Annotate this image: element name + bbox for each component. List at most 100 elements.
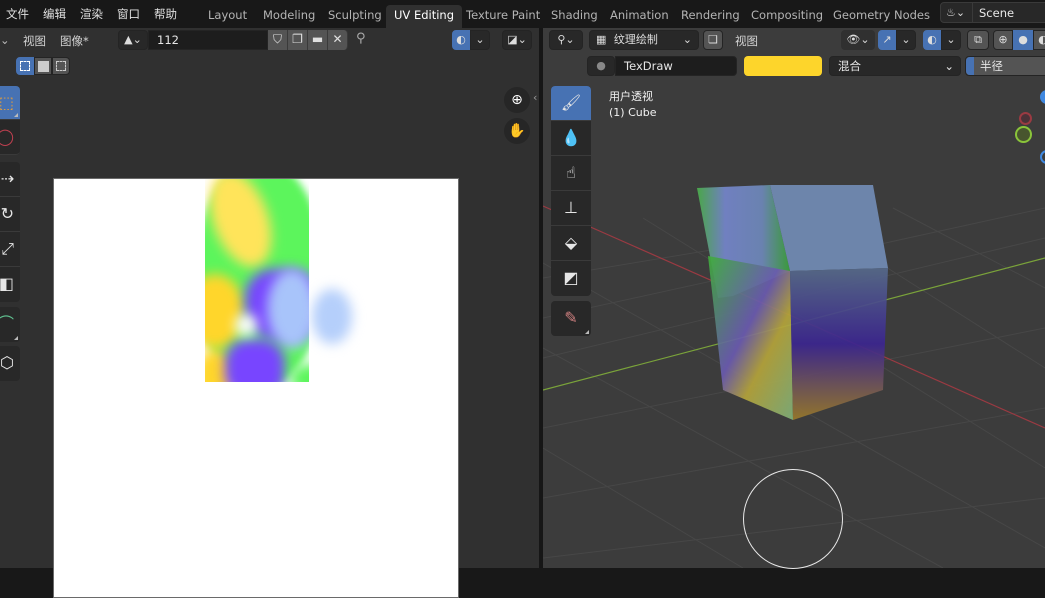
mode-selector[interactable]: ▦ 纹理绘制 ⌄ xyxy=(589,30,699,50)
scene-name[interactable]: Scene xyxy=(979,6,1014,20)
tab-compositing[interactable]: Compositing xyxy=(743,5,831,28)
select-box-tool[interactable]: ⬚ xyxy=(0,86,20,120)
menu-window[interactable]: 窗口 xyxy=(117,6,140,22)
brush-name-field[interactable]: TexDraw xyxy=(615,56,737,76)
radius-slider[interactable]: 半径 5 xyxy=(965,56,1045,76)
tab-shading[interactable]: Shading xyxy=(543,5,606,28)
shading-material[interactable]: ◐ xyxy=(1033,30,1045,50)
image-browse-button[interactable]: ▲⌄ xyxy=(118,30,148,50)
overlay-dropdown[interactable]: ⌄ xyxy=(470,30,490,50)
soften-tool[interactable]: 💧 xyxy=(551,121,591,156)
editor-type-chevron-icon[interactable]: ⌄ xyxy=(0,33,10,47)
gizmo-neg-x-dot[interactable] xyxy=(1019,112,1032,125)
overlay-dropdown[interactable]: ⌄ xyxy=(941,30,961,50)
pin-icon[interactable]: ⚲ xyxy=(356,31,366,46)
scene-icon[interactable]: ♨⌄ xyxy=(941,3,973,22)
viewport-header: ⚲⌄ ▦ 纹理绘制 ⌄ ❏ 视图 👁⌄ ↗ ⌄ ◐ ⌄ ⧉ ⊕ ● ◐ xyxy=(543,28,1045,52)
gizmo-dropdown[interactable]: ⌄ xyxy=(896,30,916,50)
scale-tool[interactable]: ⤢ xyxy=(0,232,20,267)
3d-viewport[interactable]: ⚲⌄ ▦ 纹理绘制 ⌄ ❏ 视图 👁⌄ ↗ ⌄ ◐ ⌄ ⧉ ⊕ ● ◐ ● Te… xyxy=(543,28,1045,569)
editor-type-icon: ⚲⌄ xyxy=(557,33,575,46)
gizmo-neg-y-dot[interactable] xyxy=(1015,126,1032,143)
open-image-button[interactable]: ▬ xyxy=(308,30,328,50)
unlink-image-button[interactable]: ✕ xyxy=(328,30,348,50)
chevron-down-icon: ⌄ xyxy=(944,59,954,73)
brush-cursor-circle xyxy=(743,469,843,569)
move-tool[interactable]: ⇢ xyxy=(0,162,20,197)
tab-texture-paint[interactable]: Texture Paint xyxy=(458,5,548,28)
menu-image[interactable]: 图像* xyxy=(60,33,89,49)
sidebar-toggle-chevron-icon[interactable]: ‹ xyxy=(533,91,537,104)
rotate-tool[interactable]: ↻ xyxy=(0,197,20,232)
annotate-icon: ⌒ xyxy=(0,314,14,333)
annotate-tool[interactable]: ⌒ xyxy=(0,307,20,342)
move-icon: ⇢ xyxy=(0,169,14,188)
grab-tool[interactable]: ⬡ xyxy=(0,346,20,381)
image-canvas[interactable] xyxy=(53,178,459,598)
tab-uv-editing[interactable]: UV Editing xyxy=(386,5,462,28)
display-channels-button[interactable]: ◪⌄ xyxy=(502,30,532,50)
image-name-field[interactable]: 112 xyxy=(148,30,268,50)
brush-preview-button[interactable]: ● xyxy=(587,56,615,76)
tab-geometry-nodes[interactable]: Geometry Nodes xyxy=(825,5,938,28)
menu-render[interactable]: 渲染 xyxy=(80,6,103,22)
tab-animation[interactable]: Animation xyxy=(602,5,677,28)
tab-layout[interactable]: Layout xyxy=(200,5,255,28)
blend-mode-dropdown[interactable]: 混合 ⌄ xyxy=(829,56,961,76)
overlay-toggle[interactable]: ◐ xyxy=(452,30,470,50)
cube-face-left xyxy=(708,256,793,420)
overlay-icon: ◐ xyxy=(927,33,937,46)
texture-paint-mode-icon: ▦ xyxy=(596,33,607,46)
select-mode-new[interactable] xyxy=(16,57,34,75)
editor-type-button[interactable]: ⚲⌄ xyxy=(549,30,583,50)
xray-toggle[interactable]: ⧉ xyxy=(967,30,989,50)
visibility-button[interactable]: 👁⌄ xyxy=(841,30,875,50)
menu-view[interactable]: 视图 xyxy=(23,33,46,49)
draw-brush-tool[interactable]: 🖌 xyxy=(551,86,591,121)
mask-icon: ◩ xyxy=(563,268,579,287)
scene-selector[interactable]: ♨⌄ Scene xyxy=(940,2,1045,23)
mask-tool[interactable]: ◩ xyxy=(551,261,591,296)
duplicate-image-button[interactable]: ❐ xyxy=(288,30,308,50)
zoom-button[interactable]: ⊕ xyxy=(504,87,530,113)
tab-rendering[interactable]: Rendering xyxy=(673,5,748,28)
menu-file[interactable]: 文件 xyxy=(6,6,29,22)
paint-bucket-icon: ⬙ xyxy=(564,233,578,252)
rotate-icon: ↻ xyxy=(0,204,14,223)
xray-icon: ⧉ xyxy=(974,33,982,46)
paint-toolbar: 🖌 💧 ☝ ⊥ ⬙ ◩ xyxy=(551,86,591,296)
select-mode-extend[interactable] xyxy=(34,57,52,75)
transform-tool[interactable]: ◧ xyxy=(0,267,20,302)
stamp-icon: ⊥ xyxy=(564,198,578,217)
chevron-down-icon: ⌄ xyxy=(475,33,485,46)
transform-icon: ◧ xyxy=(0,274,14,293)
menu-help[interactable]: 帮助 xyxy=(154,6,177,22)
duplicate-icon: ❐ xyxy=(292,32,303,46)
clone-tool[interactable]: ⊥ xyxy=(551,191,591,226)
annotate-tool[interactable]: ✎ xyxy=(551,301,591,336)
menu-edit[interactable]: 编辑 xyxy=(43,6,66,22)
select-new-icon xyxy=(20,61,30,71)
gizmo-toggle[interactable]: ↗ xyxy=(878,30,896,50)
canvas-toggle-button[interactable]: ❏ xyxy=(703,30,723,50)
cube-face-right xyxy=(790,268,888,420)
image-editor: ⌄ 视图 图像* ▲⌄ 112 ⛉ ❐ ▬ ✕ ⚲ ◐ ⌄ ◪⌄ ⬚ ◯ ⇢ ↻… xyxy=(0,28,539,598)
select-mode-subtract[interactable] xyxy=(52,57,70,75)
open-folder-icon: ▬ xyxy=(311,32,324,46)
cube-face-top-right xyxy=(770,185,888,271)
menu-view[interactable]: 视图 xyxy=(735,33,758,49)
cursor-tool[interactable]: ◯ xyxy=(0,120,20,155)
pan-hand-icon: ✋ xyxy=(508,123,526,139)
fill-tool[interactable]: ⬙ xyxy=(551,226,591,261)
brush-color-swatch[interactable] xyxy=(744,56,822,76)
pan-button[interactable]: ✋ xyxy=(504,118,530,144)
tab-sculpting[interactable]: Sculpting xyxy=(320,5,390,28)
shading-wireframe[interactable]: ⊕ xyxy=(993,30,1013,50)
tab-modeling[interactable]: Modeling xyxy=(255,5,323,28)
fake-user-button[interactable]: ⛉ xyxy=(268,30,288,50)
smear-tool[interactable]: ☝ xyxy=(551,156,591,191)
image-browse-icon: ▲⌄ xyxy=(124,33,142,46)
shading-solid[interactable]: ● xyxy=(1013,30,1033,50)
overlay-toggle[interactable]: ◐ xyxy=(923,30,941,50)
transform-toolbar: ⇢ ↻ ⤢ ◧ xyxy=(0,162,20,302)
